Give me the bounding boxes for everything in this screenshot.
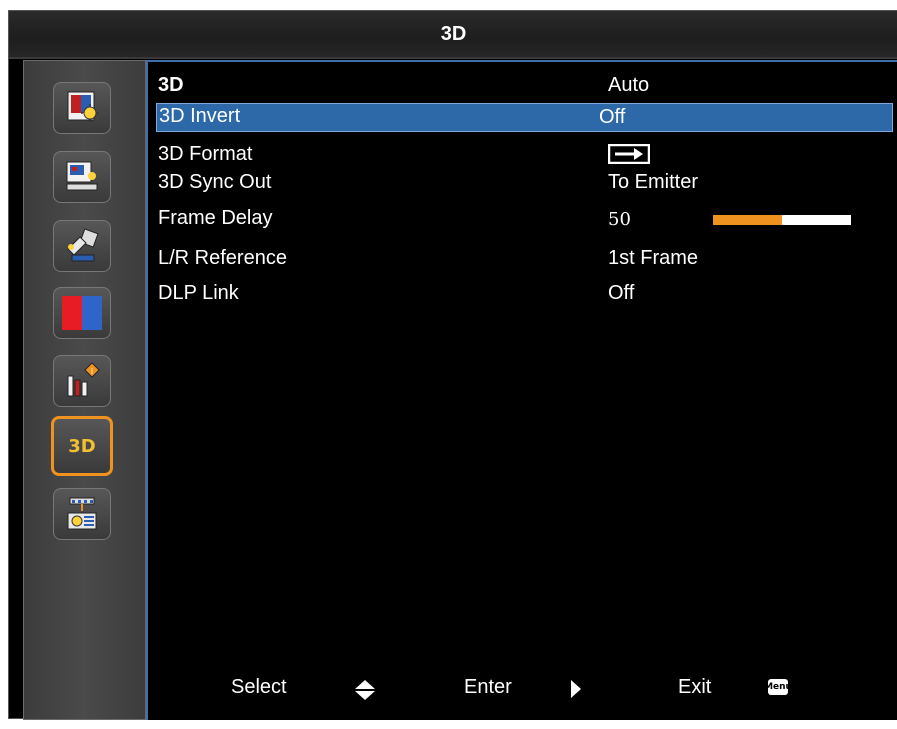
footer-hints: Select Enter Exit Menu <box>148 672 897 712</box>
menu-row-label: 3D <box>158 74 184 96</box>
menu-row-lr-reference[interactable]: L/R Reference 1st Frame <box>158 245 892 274</box>
menu-badge-icon: Menu <box>764 679 792 695</box>
sidebar-item-3d[interactable]: 3D <box>51 416 113 476</box>
exit-label: Exit <box>678 676 712 698</box>
frame-delay-slider[interactable] <box>713 215 851 225</box>
sidebar-item-setup[interactable] <box>53 220 111 272</box>
sidebar-item-display[interactable] <box>53 151 111 203</box>
menu-row-value: Off <box>608 282 635 304</box>
setup-icon <box>67 228 99 262</box>
menu-row-label: 3D Sync Out <box>158 171 272 193</box>
color-icon <box>62 296 102 330</box>
menu-row-dlp-link[interactable]: DLP Link Off <box>158 280 892 309</box>
menu-row-value: 1st Frame <box>608 247 699 269</box>
sidebar-item-information[interactable]: i <box>53 355 111 407</box>
svg-text:i: i <box>91 367 93 376</box>
menu-row-label: 3D Format <box>158 143 253 165</box>
sidebar-item-color[interactable] <box>53 287 111 339</box>
sidebar-item-network[interactable] <box>53 488 111 540</box>
information-icon: i <box>67 362 100 397</box>
3d-icon: 3D <box>68 435 96 457</box>
title-bar: 3D <box>9 11 897 59</box>
menu-row-frame-delay[interactable]: Frame Delay 50 <box>158 205 892 234</box>
menu-row-3d-sync-out[interactable]: 3D Sync Out To Emitter <box>158 169 892 198</box>
select-label: Select <box>231 676 287 698</box>
arrow-right-box-icon <box>607 143 651 170</box>
enter-label: Enter <box>464 676 512 698</box>
menu-row-value: Auto <box>608 74 650 96</box>
display-settings-icon <box>66 161 98 191</box>
slider-fill <box>713 215 782 225</box>
menu-row-label: Frame Delay <box>158 207 273 229</box>
frame-delay-value: 50 <box>608 209 631 230</box>
menu-row-value: To Emitter <box>608 171 699 193</box>
sidebar-item-image[interactable] <box>53 82 111 134</box>
sidebar: i 3D <box>23 60 146 720</box>
osd-window: 3D i 3D 3D Auto 3D Invert Off 3D Format … <box>8 10 897 720</box>
menu-panel: 3D Auto 3D Invert Off 3D Format 3D Sync … <box>146 60 897 720</box>
menu-row-label: DLP Link <box>158 282 239 304</box>
right-arrow-icon <box>570 679 582 705</box>
menu-row-label: L/R Reference <box>158 247 287 269</box>
menu-row-label: 3D Invert <box>159 105 241 127</box>
up-down-arrow-icon <box>354 679 376 707</box>
network-icon <box>67 497 97 530</box>
image-settings-icon <box>67 91 99 122</box>
menu-row-value: Off <box>599 106 626 128</box>
menu-row-3d[interactable]: 3D Auto <box>158 72 892 101</box>
window-title: 3D <box>440 23 467 45</box>
menu-row-3d-invert[interactable]: 3D Invert Off <box>156 103 893 132</box>
menu-row-3d-format[interactable]: 3D Format <box>158 141 892 170</box>
